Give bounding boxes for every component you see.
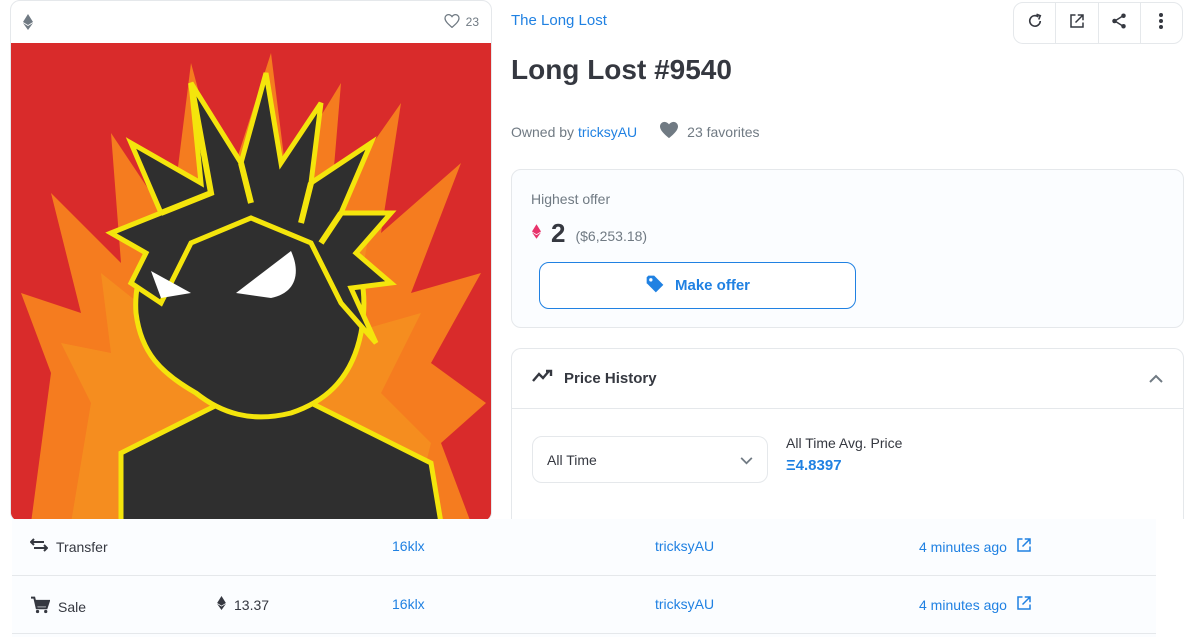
- trending-icon: [532, 369, 554, 388]
- offer-amount: 2: [551, 218, 566, 248]
- highest-offer-label: Highest offer: [531, 191, 611, 207]
- page-margin: [1156, 519, 1200, 637]
- from-link[interactable]: 16klx: [392, 596, 425, 612]
- price-history-title: Price History: [564, 370, 657, 387]
- nft-image[interactable]: [11, 43, 491, 521]
- time-text: 4 minutes ago: [919, 538, 1007, 555]
- event-cell: Sale: [30, 596, 86, 617]
- offer-card: Highest offer 2 ($6,253.18) Make offer: [511, 169, 1184, 328]
- heart-outline-icon: [444, 13, 460, 31]
- price-history-card: Price History All Time All Time Avg. Pri…: [511, 348, 1184, 523]
- chevron-up-icon[interactable]: [1149, 370, 1163, 388]
- offer-usd: ($6,253.18): [575, 227, 648, 244]
- nft-artwork: [11, 43, 491, 521]
- favorite-count: 23: [465, 15, 479, 29]
- event-cell: Transfer: [29, 538, 108, 555]
- period-select[interactable]: All Time: [532, 436, 768, 483]
- share-button[interactable]: [1099, 3, 1141, 43]
- event-label: Sale: [58, 598, 87, 615]
- open-external-button[interactable]: [1056, 3, 1099, 43]
- item-title: Long Lost #9540: [511, 54, 732, 85]
- to-link[interactable]: tricksyAU: [655, 596, 714, 612]
- cart-icon: [30, 596, 51, 617]
- price-cell: 13.37: [217, 596, 269, 613]
- activity-table: Transfer 16klx tricksyAU 4 minutes ago S…: [12, 519, 1156, 637]
- collection-link[interactable]: The Long Lost: [511, 12, 607, 29]
- favorite-button[interactable]: 23: [444, 13, 479, 31]
- share-icon: [1110, 12, 1128, 35]
- make-offer-label: Make offer: [674, 277, 751, 294]
- price-history-header[interactable]: Price History: [512, 349, 1183, 409]
- weth-icon: [532, 223, 541, 244]
- highest-offer-price: 2 ($6,253.18): [532, 218, 647, 249]
- external-link-icon: [1015, 594, 1033, 615]
- nft-card-header: 23: [11, 1, 491, 43]
- ethereum-icon: [217, 596, 226, 613]
- owner-prefix: Owned by: [511, 123, 575, 140]
- item-toolbar: [1013, 2, 1183, 44]
- time-link[interactable]: 4 minutes ago: [919, 594, 1033, 615]
- from-link[interactable]: 16klx: [392, 538, 425, 554]
- more-options-button[interactable]: [1141, 3, 1182, 43]
- transfer-icon: [29, 538, 49, 555]
- to-link[interactable]: tricksyAU: [655, 538, 714, 554]
- table-row[interactable]: Transfer 16klx tricksyAU 4 minutes ago: [12, 519, 1156, 576]
- favorites-text: 23 favorites: [687, 123, 760, 140]
- heart-icon: [659, 121, 679, 142]
- price-value: 13.37: [234, 596, 270, 613]
- refresh-button[interactable]: [1014, 3, 1057, 43]
- ethereum-icon: [23, 14, 33, 30]
- avg-price-value: Ξ4.8397: [786, 457, 842, 474]
- more-vertical-icon: [1158, 12, 1164, 35]
- external-link-icon: [1068, 12, 1086, 35]
- owner-link[interactable]: tricksyAU: [578, 124, 637, 140]
- period-select-value: All Time: [547, 451, 597, 468]
- make-offer-button[interactable]: Make offer: [539, 262, 856, 309]
- table-row[interactable]: Sale 13.37 16klx tricksyAU 4 minutes ago: [12, 577, 1156, 634]
- nft-card: 23: [10, 0, 492, 522]
- favorites-count: 23 favorites: [659, 121, 760, 142]
- owner-row: Owned by tricksyAU 23 favorites: [511, 121, 760, 142]
- tag-icon: [645, 274, 665, 298]
- event-label: Transfer: [56, 538, 108, 555]
- time-link[interactable]: 4 minutes ago: [919, 536, 1033, 557]
- chevron-down-icon: [740, 452, 753, 468]
- external-link-icon: [1015, 536, 1033, 557]
- refresh-icon: [1026, 12, 1044, 35]
- time-text: 4 minutes ago: [919, 596, 1007, 613]
- avg-price-label: All Time Avg. Price: [786, 435, 903, 451]
